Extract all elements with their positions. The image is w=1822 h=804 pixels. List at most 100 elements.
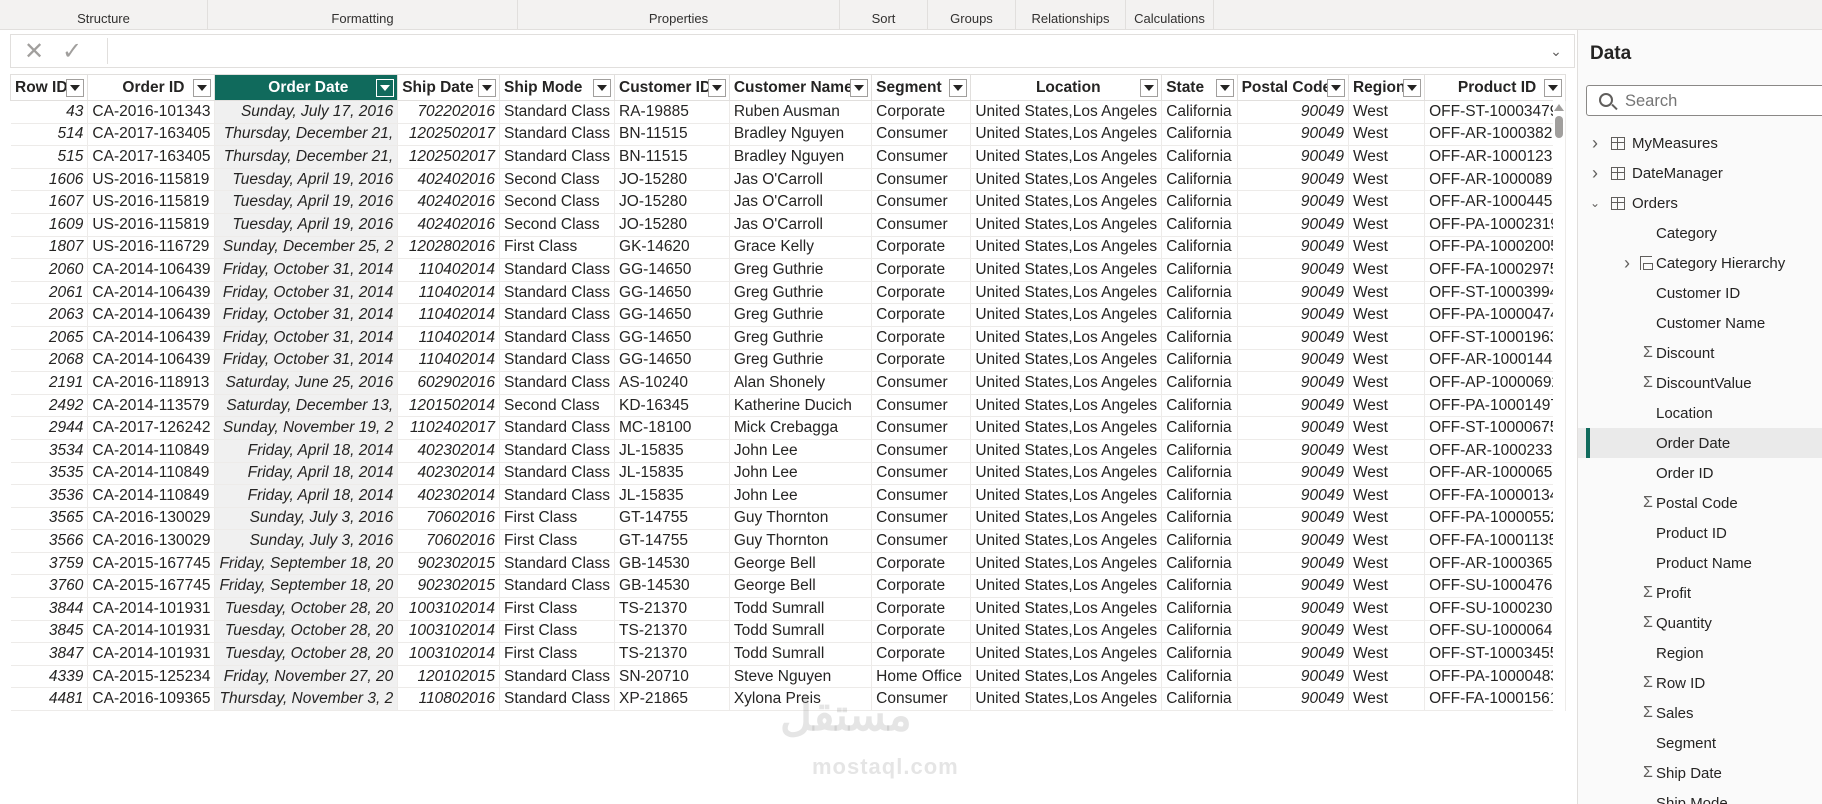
table-cell[interactable]: First Class	[499, 236, 616, 260]
table-cell[interactable]: Saturday, December 13,	[214, 394, 399, 418]
table-row[interactable]: 1606 US-2016-115819 Tuesday, April 19, 201…	[10, 168, 1566, 192]
table-cell[interactable]: Corporate	[871, 281, 972, 305]
table-cell[interactable]: OFF-FA-10001561	[1424, 687, 1566, 712]
table-cell[interactable]: Todd Sumrall	[729, 597, 873, 621]
table-cell[interactable]: MC-18100	[614, 416, 730, 440]
table-cell[interactable]: OFF-ST-10001963	[1424, 326, 1566, 350]
filter-dropdown-icon[interactable]	[1544, 79, 1562, 97]
table-cell[interactable]: 90049	[1237, 258, 1349, 282]
table-cell[interactable]: First Class	[499, 620, 616, 644]
field-item-category-hierarchy[interactable]: › Category Hierarchy	[1578, 248, 1822, 278]
table-cell[interactable]: United States,Los Angeles	[970, 574, 1163, 599]
table-cell[interactable]: GK-14620	[614, 236, 730, 260]
filter-dropdown-icon[interactable]	[707, 79, 726, 97]
table-cell[interactable]: Friday, April 18, 2014	[214, 484, 399, 508]
table-cell[interactable]: 2492	[10, 394, 89, 418]
table-cell[interactable]: 90049	[1237, 439, 1349, 463]
field-item-category[interactable]: Category	[1578, 218, 1822, 248]
table-cell[interactable]: California	[1161, 439, 1238, 463]
table-cell[interactable]: 2944	[10, 416, 89, 440]
table-cell[interactable]: West	[1348, 529, 1426, 553]
table-cell[interactable]: 1607	[10, 190, 89, 214]
column-header-order-date[interactable]: Order Date	[214, 74, 399, 101]
field-item-segment[interactable]: Segment	[1578, 728, 1822, 758]
table-row[interactable]: 3536 CA-2014-110849 Friday, April 18, 2014…	[10, 484, 1566, 508]
field-item-quantity[interactable]: Σ Quantity	[1578, 608, 1822, 638]
field-item-customer-name[interactable]: Customer Name	[1578, 308, 1822, 338]
table-cell[interactable]: California	[1161, 123, 1238, 147]
table-cell[interactable]: 3535	[10, 462, 89, 486]
table-row[interactable]: 3565 CA-2016-130029 Sunday, July 3, 2016 70…	[10, 507, 1566, 531]
table-cell[interactable]: United States,Los Angeles	[970, 462, 1163, 486]
table-cell[interactable]: Corporate	[871, 258, 972, 282]
table-cell[interactable]: Standard Class	[499, 303, 616, 327]
table-cell[interactable]: 90049	[1237, 529, 1349, 553]
table-cell[interactable]: GG-14650	[614, 281, 730, 305]
table-cell[interactable]: West	[1348, 394, 1426, 418]
field-item-row-id[interactable]: Σ Row ID	[1578, 668, 1822, 698]
table-cell[interactable]: OFF-AR-10001446	[1424, 349, 1566, 373]
table-cell[interactable]: Standard Class	[499, 416, 616, 440]
table-cell[interactable]: Greg Guthrie	[729, 303, 873, 327]
table-cell[interactable]: OFF-ST-10000675	[1424, 416, 1566, 440]
table-cell[interactable]: George Bell	[729, 552, 873, 576]
table-cell[interactable]: West	[1348, 574, 1426, 599]
table-cell[interactable]: John Lee	[729, 484, 873, 508]
table-row[interactable]: 3535 CA-2014-110849 Friday, April 18, 2014…	[10, 462, 1566, 486]
table-cell[interactable]: 3760	[10, 574, 89, 599]
table-cell[interactable]: Friday, October 31, 2014	[214, 326, 399, 350]
table-cell[interactable]: BN-11515	[614, 145, 730, 169]
table-cell[interactable]: 402402016	[397, 190, 501, 214]
table-cell[interactable]: Standard Class	[499, 574, 616, 599]
table-cell[interactable]: GG-14650	[614, 349, 730, 373]
table-cell[interactable]: GG-14650	[614, 326, 730, 350]
table-cell[interactable]: OFF-SU-10000646	[1424, 620, 1566, 644]
table-cell[interactable]: 3566	[10, 529, 89, 553]
table-cell[interactable]: United States,Los Angeles	[970, 258, 1163, 282]
table-cell[interactable]: United States,Los Angeles	[970, 484, 1163, 508]
table-cell[interactable]: 120102015	[397, 665, 501, 689]
table-cell[interactable]: 1201502014	[397, 394, 501, 418]
chevron-right-icon[interactable]: ›	[1588, 133, 1602, 153]
table-cell[interactable]: United States,Los Angeles	[970, 371, 1163, 395]
table-cell[interactable]: Sunday, July 3, 2016	[214, 507, 399, 531]
filter-dropdown-icon[interactable]	[949, 79, 968, 97]
table-cell[interactable]: United States,Los Angeles	[970, 642, 1163, 666]
table-cell[interactable]: OFF-ST-10003455	[1424, 642, 1566, 666]
table-cell[interactable]: CA-2016-118913	[87, 371, 216, 395]
table-cell[interactable]: Corporate	[871, 236, 972, 260]
table-cell[interactable]: 110402014	[397, 258, 501, 282]
table-cell[interactable]: CA-2014-110849	[87, 462, 216, 486]
table-cell[interactable]: California	[1161, 529, 1238, 553]
table-cell[interactable]: Corporate	[871, 597, 972, 621]
table-cell[interactable]: CA-2014-113579	[87, 394, 216, 418]
vertical-scrollbar[interactable]	[1553, 98, 1565, 804]
table-cell[interactable]: JO-15280	[614, 190, 730, 214]
table-cell[interactable]: CA-2016-130029	[87, 529, 216, 553]
table-cell[interactable]: Tuesday, October 28, 20	[214, 642, 399, 666]
table-cell[interactable]: United States,Los Angeles	[970, 168, 1163, 192]
filter-dropdown-icon[interactable]	[1140, 79, 1159, 97]
table-cell[interactable]: West	[1348, 484, 1426, 508]
search-input[interactable]	[1625, 90, 1822, 112]
column-header-order-id[interactable]: Order ID	[87, 74, 216, 101]
table-cell[interactable]: Standard Class	[499, 484, 616, 508]
field-item-ship-mode[interactable]: Ship Mode	[1578, 788, 1822, 804]
table-cell[interactable]: Standard Class	[499, 349, 616, 373]
table-cell[interactable]: GT-14755	[614, 529, 730, 553]
chevron-down-icon[interactable]: ⌄	[1588, 196, 1602, 210]
column-header-product-id[interactable]: Product ID	[1424, 74, 1566, 101]
table-cell[interactable]: California	[1161, 236, 1238, 260]
table-cell[interactable]: California	[1161, 665, 1238, 689]
table-cell[interactable]: OFF-AR-10003651	[1424, 552, 1566, 576]
table-row[interactable]: 1607 US-2016-115819 Tuesday, April 19, 201…	[10, 190, 1566, 214]
table-cell[interactable]: GG-14650	[614, 258, 730, 282]
table-cell[interactable]: OFF-AR-10000896	[1424, 168, 1566, 192]
table-cell[interactable]: California	[1161, 416, 1238, 440]
table-cell[interactable]: OFF-AP-10000692	[1424, 371, 1566, 395]
table-cell[interactable]: 90049	[1237, 326, 1349, 350]
table-cell[interactable]: CA-2014-106439	[87, 303, 216, 327]
table-cell[interactable]: Friday, September 18, 20	[214, 574, 399, 599]
table-cell[interactable]: Corporate	[871, 100, 972, 124]
table-cell[interactable]: JO-15280	[614, 213, 730, 237]
